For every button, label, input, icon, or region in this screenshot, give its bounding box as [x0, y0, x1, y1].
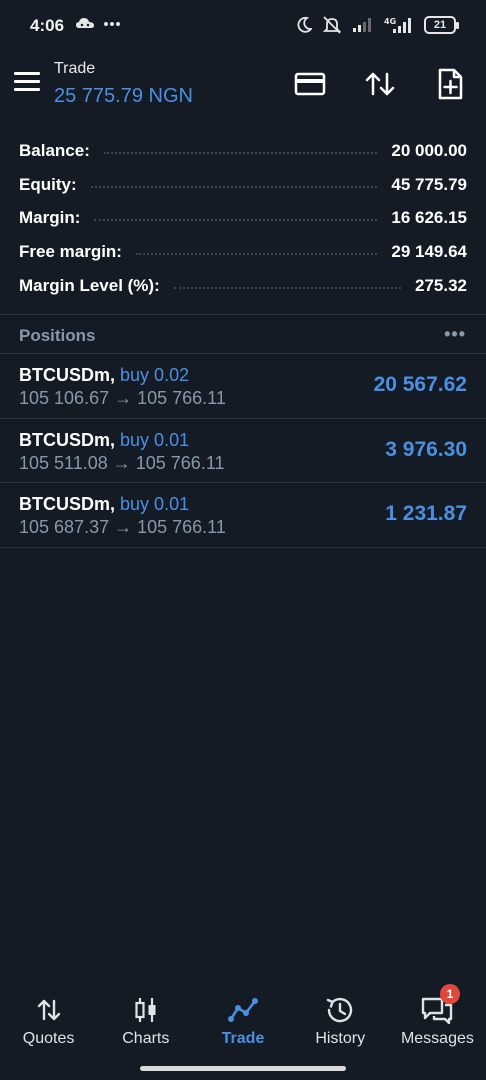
messages-badge: 1 [440, 984, 460, 1004]
status-bar: 4:06 4G 21 [0, 0, 486, 52]
position-symbol: BTCUSDm, [19, 494, 116, 515]
account-summary: Balance: 20 000.00 Equity: 45 775.79 Mar… [19, 134, 467, 303]
new-order-icon[interactable] [432, 66, 468, 102]
charts-icon [135, 998, 156, 1022]
summary-value: 45 775.79 [391, 174, 467, 194]
summary-value: 20 000.00 [391, 140, 467, 160]
cloud-game-icon [76, 18, 94, 28]
svg-text:4G: 4G [384, 17, 396, 26]
summary-label: Balance: [19, 140, 90, 160]
summary-value: 275.32 [415, 276, 467, 296]
position-prices: 105 106.67 → 105 766.11 [19, 388, 226, 408]
more-options-icon[interactable]: ••• [444, 324, 466, 345]
divider [0, 314, 486, 315]
nav-label: Charts [122, 1030, 170, 1047]
home-indicator[interactable] [140, 1066, 346, 1071]
positions-header: Positions ••• [0, 316, 486, 353]
position-side: buy 0.02 [120, 365, 190, 385]
nav-quotes[interactable]: Quotes [0, 985, 97, 1060]
summary-row-free-margin: Free margin: 29 149.64 [19, 235, 467, 269]
position-row[interactable]: BTCUSDm, buy 0.01 105 687.37 → 105 766.1… [0, 483, 486, 549]
summary-row-equity: Equity: 45 775.79 [19, 168, 467, 202]
nav-messages[interactable]: Messages [389, 985, 486, 1060]
nav-trade[interactable]: Trade [194, 985, 291, 1060]
summary-value: 16 626.15 [391, 208, 467, 228]
bottom-navigation: Quotes Charts Trade History Messages [0, 985, 486, 1060]
quotes-icon [37, 999, 60, 1021]
signal-icon [353, 18, 371, 32]
nav-label: History [315, 1030, 366, 1047]
account-balance-display: 25 775.79 NGN [54, 85, 193, 107]
position-row[interactable]: BTCUSDm, buy 0.01 105 511.08 → 105 766.1… [0, 419, 486, 484]
position-side: buy 0.01 [120, 494, 190, 515]
summary-label: Free margin: [19, 242, 122, 262]
mute-icon [322, 16, 342, 34]
page-title: Trade [54, 60, 96, 77]
nav-charts[interactable]: Charts [97, 985, 194, 1060]
position-symbol: BTCUSDm, [19, 365, 116, 385]
nav-history[interactable]: History [292, 985, 389, 1060]
position-row[interactable]: BTCUSDm, buy 0.02 105 106.67 → 105 766.1… [0, 354, 486, 419]
nav-label: Trade [221, 1030, 265, 1047]
menu-icon[interactable] [14, 72, 40, 94]
summary-value: 29 149.64 [391, 242, 467, 262]
card-icon[interactable] [292, 66, 328, 102]
summary-row-margin-level: Margin Level (%): 275.32 [19, 269, 467, 303]
summary-label: Margin Level (%): [19, 276, 160, 296]
summary-row-margin: Margin: 16 626.15 [19, 202, 467, 236]
moon-icon [297, 16, 312, 33]
app-header: Trade 25 775.79 NGN [0, 52, 486, 122]
position-prices: 105 511.08 → 105 766.11 [19, 452, 225, 473]
sort-icon[interactable] [362, 66, 398, 102]
position-prices: 105 687.37 → 105 766.11 [19, 517, 226, 538]
status-time: 4:06 [30, 16, 65, 35]
position-profit: 20 567.62 [373, 373, 467, 396]
more-dots-icon [104, 22, 120, 26]
position-side: buy 0.01 [120, 429, 190, 450]
position-profit: 1 231.87 [385, 502, 467, 526]
nav-label: Quotes [22, 1030, 75, 1047]
history-icon [327, 997, 353, 1023]
4g-signal-icon: 4G [384, 17, 411, 33]
position-symbol: BTCUSDm, [19, 429, 116, 450]
trade-icon [228, 998, 258, 1022]
summary-label: Margin: [19, 208, 81, 228]
position-profit: 3 976.30 [385, 437, 467, 461]
summary-row-balance: Balance: 20 000.00 [19, 134, 467, 168]
nav-label: Messages [400, 1030, 474, 1047]
summary-label: Equity: [19, 174, 77, 194]
battery-icon: 21 [424, 16, 459, 34]
positions-list: BTCUSDm, buy 0.02 105 106.67 → 105 766.1… [0, 354, 486, 549]
positions-title: Positions [19, 326, 96, 345]
